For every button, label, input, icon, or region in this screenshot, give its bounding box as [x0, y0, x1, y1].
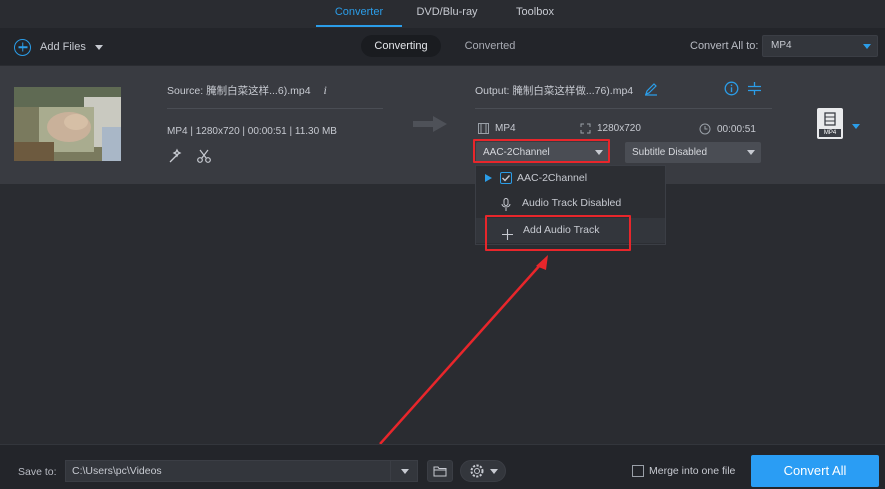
gear-icon [470, 464, 484, 478]
save-to-label: Save to: [18, 466, 57, 478]
merge-label: Merge into one file [649, 465, 736, 477]
open-folder-button[interactable] [427, 460, 453, 482]
chevron-down-icon [401, 469, 409, 474]
convert-all-button[interactable]: Convert All [751, 455, 879, 487]
bottom-bar: Save to: C:\Users\pc\Videos Merge into o… [0, 444, 885, 489]
merge-checkbox[interactable] [632, 465, 644, 477]
merge-option[interactable]: Merge into one file [632, 465, 735, 477]
save-path-dropdown[interactable] [390, 460, 418, 482]
annotation-arrow [379, 255, 548, 445]
settings-dropdown-button[interactable] [460, 460, 506, 482]
save-path-field[interactable]: C:\Users\pc\Videos [65, 460, 391, 482]
folder-icon [433, 466, 447, 477]
chevron-down-icon [490, 469, 498, 474]
